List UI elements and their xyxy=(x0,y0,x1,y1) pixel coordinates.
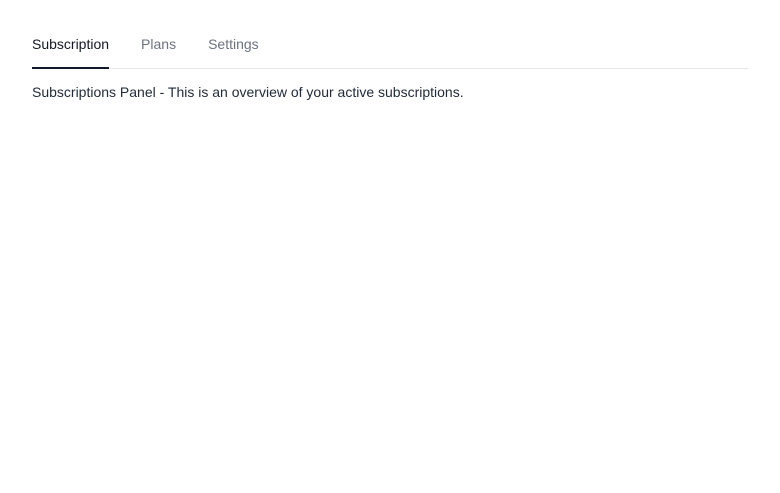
tab-bar: Subscription Plans Settings xyxy=(32,0,748,69)
subscription-panel: Subscriptions Panel - This is an overvie… xyxy=(32,69,748,102)
tabs-container: Subscription Plans Settings Subscription… xyxy=(32,0,748,102)
tab-subscription[interactable]: Subscription xyxy=(32,34,110,69)
panel-description: Subscriptions Panel - This is an overvie… xyxy=(32,84,464,100)
tab-plans[interactable]: Plans xyxy=(141,34,176,69)
tab-settings[interactable]: Settings xyxy=(208,34,259,69)
